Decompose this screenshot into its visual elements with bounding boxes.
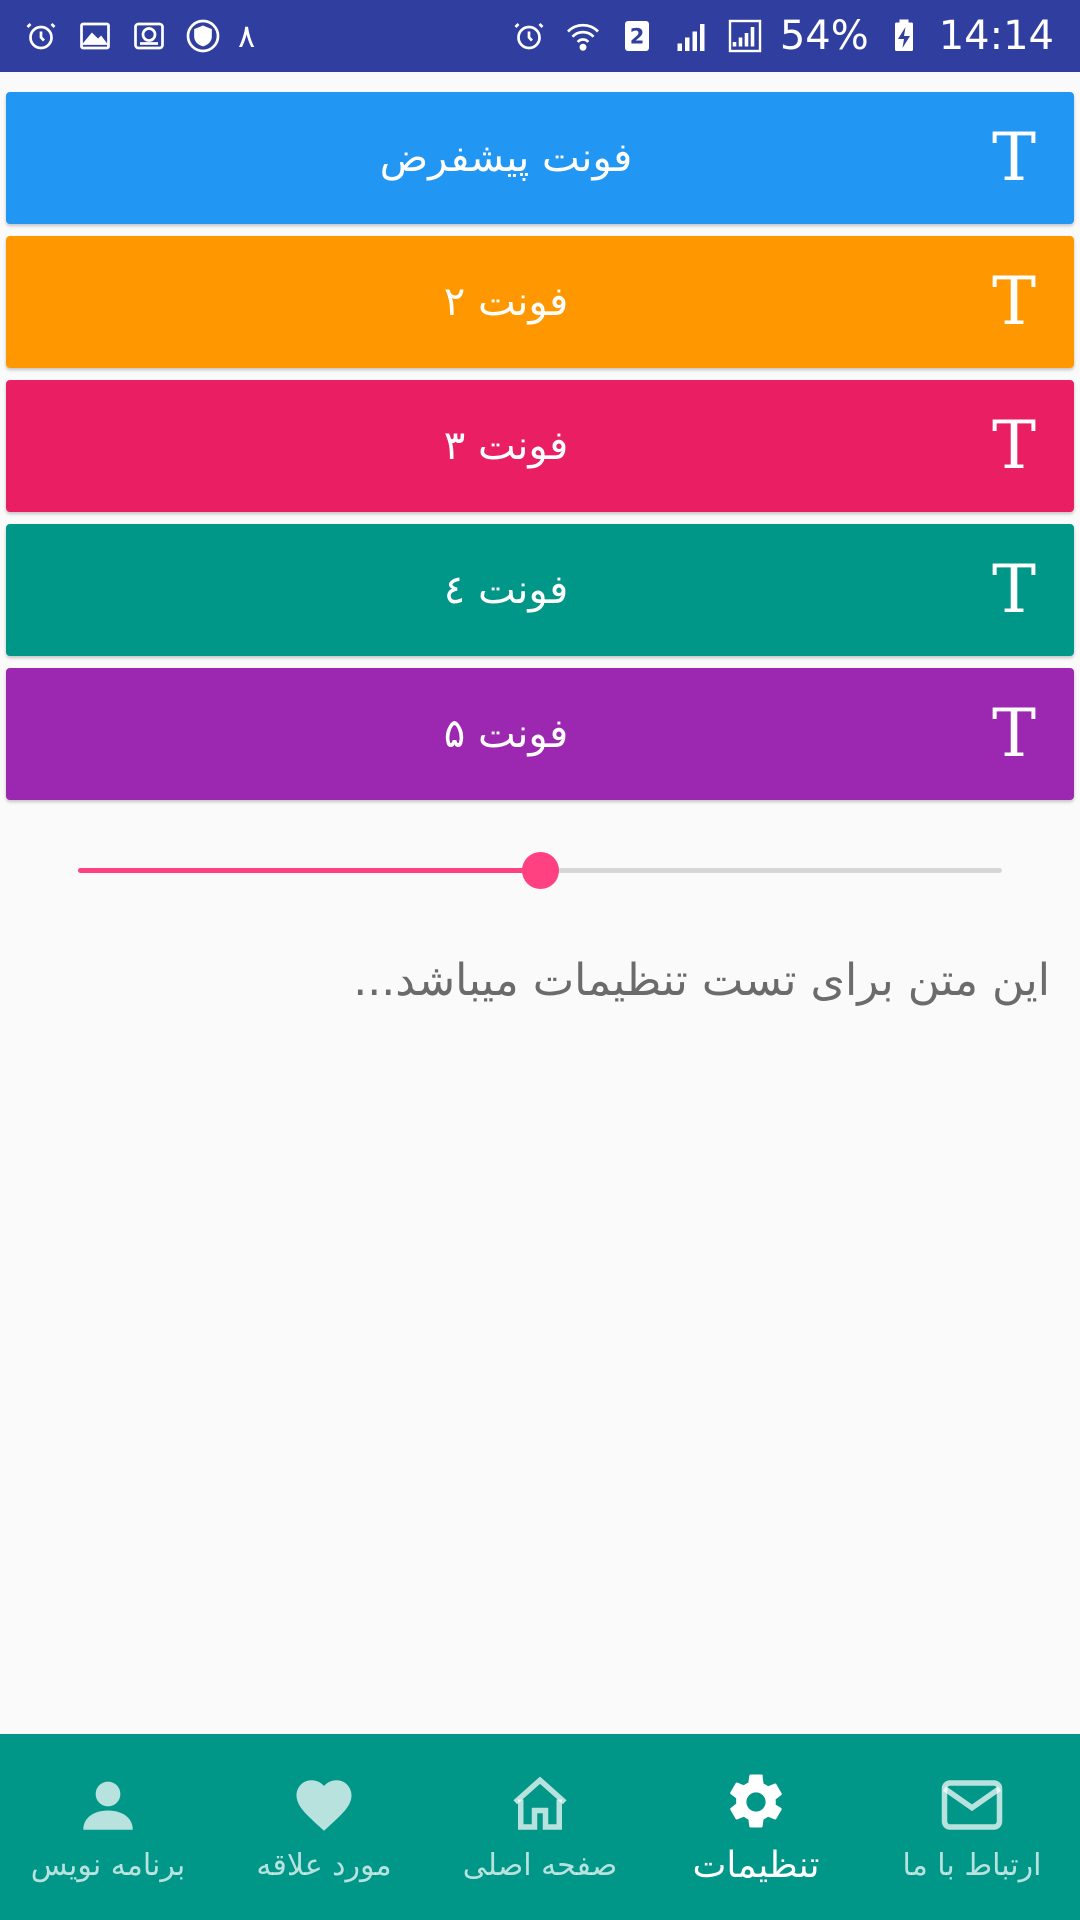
battery-charging-icon: [885, 17, 923, 55]
font-card-5[interactable]: فونت ۵ T: [6, 668, 1074, 800]
clock: 14:14: [938, 13, 1054, 59]
notification-count: ٨: [238, 17, 256, 55]
font-card-label: فونت ٤: [443, 567, 569, 613]
wifi-icon: [564, 17, 602, 55]
font-card-2[interactable]: فونت ۲ T: [6, 236, 1074, 368]
sync-drive-icon: [130, 17, 168, 55]
mail-icon: [941, 1779, 1003, 1830]
home-icon: [513, 1776, 567, 1830]
gear-icon: [730, 1773, 782, 1828]
font-card-4[interactable]: فونت ٤ T: [6, 524, 1074, 656]
text-font-icon: T: [991, 119, 1036, 196]
slider-track-fill: [78, 868, 540, 873]
signal-icon: [672, 17, 710, 55]
gallery-icon: [76, 17, 114, 55]
sample-preview-text: این متن برای تست تنظیمات میباشد...: [353, 955, 1050, 1006]
font-card-label: فونت ۲: [443, 279, 569, 325]
text-font-icon: T: [991, 263, 1036, 340]
nav-item-label: صفحه اصلی: [462, 1847, 618, 1883]
nav-item-label: مورد علاقه: [256, 1847, 392, 1883]
alarm-icon: [510, 17, 548, 55]
font-card-3[interactable]: فونت ۳ T: [6, 380, 1074, 512]
font-size-slider[interactable]: [78, 850, 1002, 890]
font-card-default[interactable]: فونت پیشفرض T: [6, 92, 1074, 224]
status-bar-right: 2 54% 14:14: [510, 13, 1054, 59]
status-bar-left: ٨: [22, 17, 255, 55]
font-card-label: فونت پیشفرض: [379, 135, 633, 181]
nav-item-home[interactable]: صفحه اصلی: [432, 1734, 648, 1920]
font-card-label: فونت ۳: [443, 423, 569, 469]
font-card-label: فونت ۵: [443, 711, 569, 757]
text-font-icon: T: [991, 695, 1036, 772]
text-font-icon: T: [991, 407, 1036, 484]
nav-item-label: ارتباط با ما: [902, 1847, 1042, 1883]
signal-icon: [726, 17, 764, 55]
heart-icon: [296, 1779, 352, 1831]
shield-icon: [184, 17, 222, 55]
status-bar: ٨ 2 54% 14:14: [0, 0, 1080, 72]
nav-item-label: برنامه نویس: [30, 1847, 186, 1883]
sim-icon: 2: [618, 17, 656, 55]
nav-item-settings[interactable]: تنظیمات: [648, 1734, 864, 1920]
nav-item-developer[interactable]: برنامه نویس: [0, 1734, 216, 1920]
text-font-icon: T: [991, 551, 1036, 628]
nav-item-favorites[interactable]: مورد علاقه: [216, 1734, 432, 1920]
battery-percent: 54%: [779, 13, 869, 59]
sim-badge-text: 2: [630, 25, 645, 49]
font-card-list: فونت پیشفرض T فونت ۲ T فونت ۳ T فونت ٤ T…: [6, 92, 1074, 812]
person-icon: [83, 1781, 133, 1830]
alarm-icon: [22, 17, 60, 55]
slider-thumb[interactable]: [522, 852, 559, 889]
nav-item-label: تنظیمات: [692, 1844, 820, 1886]
nav-item-contact[interactable]: ارتباط با ما: [864, 1734, 1080, 1920]
bottom-navigation: ارتباط با ما تنظیمات صفحه اصلی مورد علاق…: [0, 1734, 1080, 1920]
